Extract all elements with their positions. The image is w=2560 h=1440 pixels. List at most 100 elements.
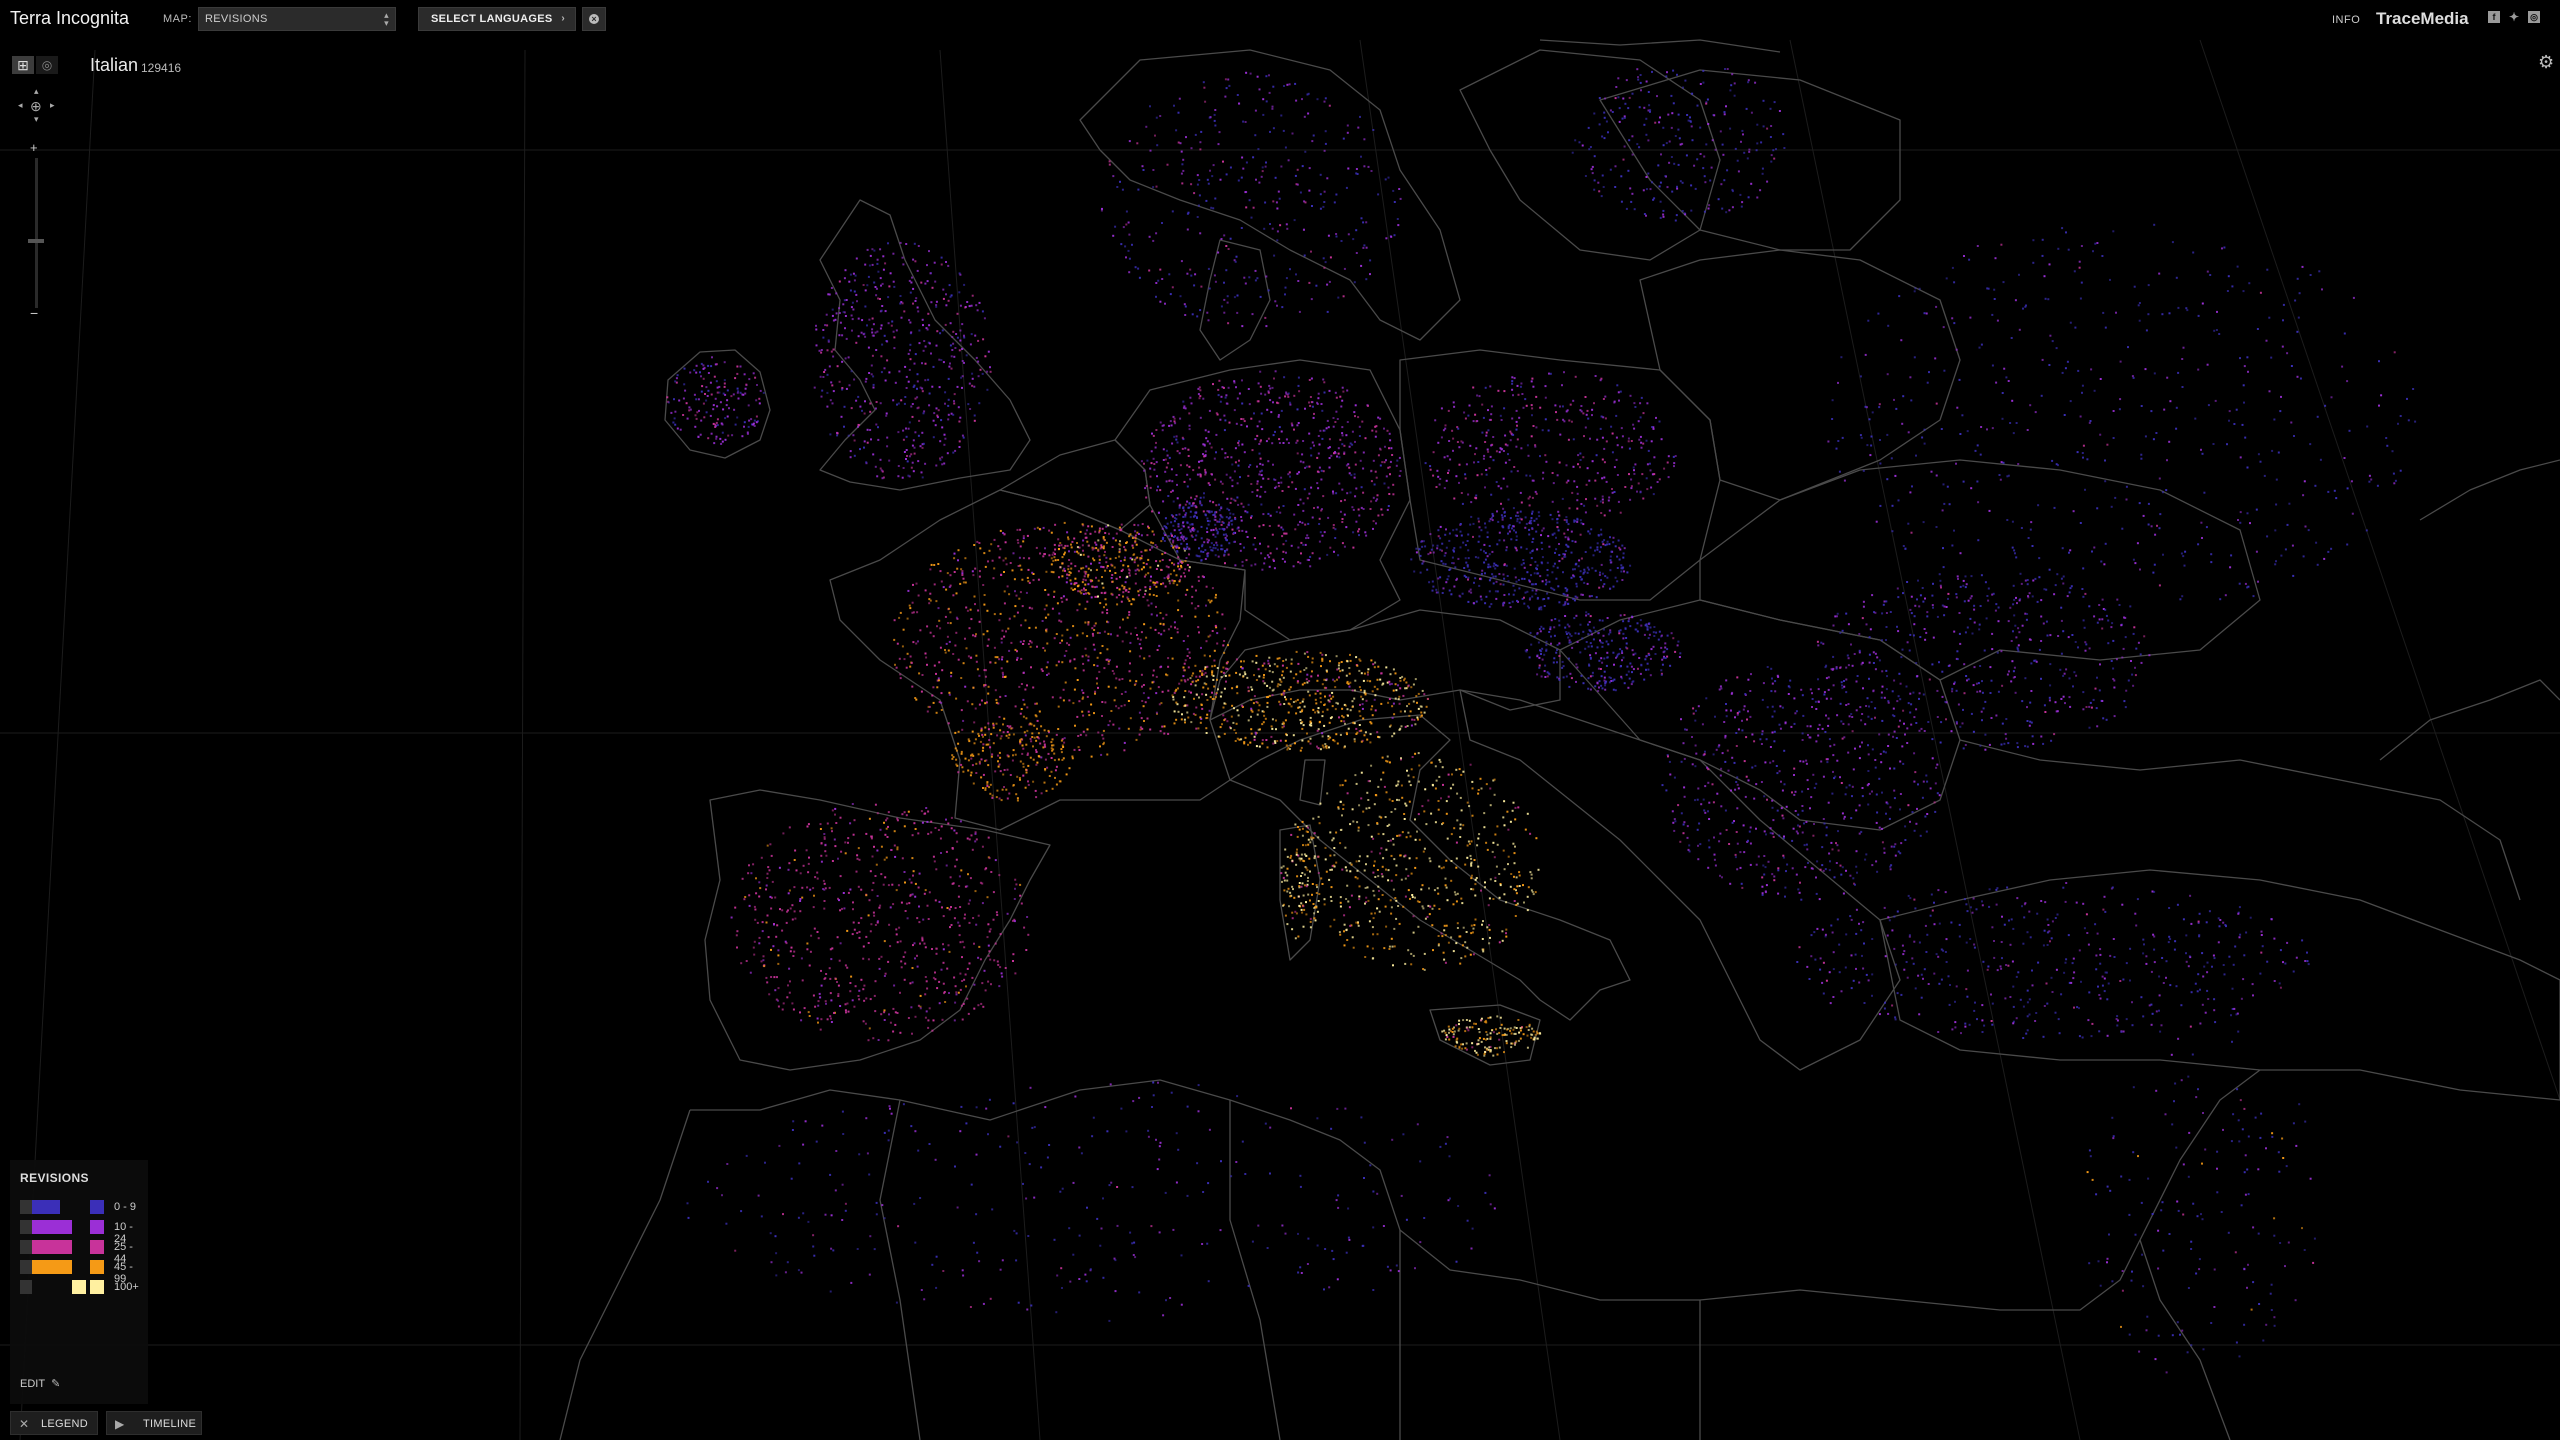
revision-dot — [1472, 522, 1475, 525]
revision-dot — [788, 991, 791, 994]
revision-dot — [1168, 424, 1171, 427]
revision-dot — [1428, 913, 1431, 916]
revision-dot — [1045, 789, 1048, 792]
revision-dot — [1068, 574, 1071, 577]
revision-dot — [1036, 719, 1039, 722]
revision-dot — [965, 647, 968, 650]
revision-dot — [1323, 724, 1326, 727]
revision-dot — [820, 842, 823, 844]
map-canvas[interactable] — [0, 0, 2560, 1440]
revision-dot — [919, 942, 921, 945]
revision-dot — [998, 874, 1001, 877]
revision-dot — [1171, 489, 1174, 492]
revision-dot — [1328, 457, 1331, 459]
revision-dot — [1421, 905, 1424, 908]
revision-dot — [1284, 395, 1287, 398]
revision-dot — [1200, 525, 1203, 528]
revision-dot — [767, 866, 770, 869]
revision-dot — [1035, 546, 1038, 549]
revision-dot — [1149, 486, 1152, 489]
revision-dot — [1572, 568, 1574, 571]
revision-dot — [1389, 673, 1392, 676]
revision-dot — [971, 703, 974, 706]
revision-dot — [1311, 552, 1314, 555]
revision-dot — [743, 898, 746, 901]
revision-dot — [957, 559, 959, 562]
revision-dot — [979, 958, 982, 961]
revision-dot — [1406, 705, 1408, 708]
revision-dot — [1312, 416, 1315, 419]
revision-dot — [1366, 679, 1369, 682]
revision-dot — [1477, 1028, 1480, 1030]
revision-dot — [1328, 878, 1331, 881]
revision-dot — [1318, 540, 1321, 543]
revision-dot — [1175, 474, 1178, 476]
revision-dot — [984, 675, 987, 678]
revision-dot — [1529, 597, 1532, 600]
revision-dot — [1402, 694, 1405, 697]
revision-dot — [1556, 566, 1559, 569]
revision-dot — [946, 967, 949, 970]
revision-dot — [1064, 551, 1066, 554]
revision-dot — [1607, 643, 1610, 646]
revision-dot — [1159, 612, 1162, 614]
revision-dot — [958, 924, 961, 927]
revision-dot — [1308, 694, 1311, 697]
revision-dot — [1345, 434, 1348, 437]
revision-dot — [1387, 840, 1390, 842]
revision-dot — [984, 733, 987, 736]
revision-dot — [1379, 464, 1382, 467]
revision-dot — [1471, 1026, 1474, 1029]
revision-dot — [1183, 696, 1186, 699]
revision-dot — [1514, 818, 1517, 821]
revision-dot — [1057, 728, 1060, 730]
revision-dot — [953, 829, 956, 832]
revision-dot — [1482, 1037, 1485, 1040]
revision-dot — [1418, 901, 1421, 903]
revision-dot — [1462, 770, 1465, 773]
country-border — [1459, 689, 1901, 1071]
revision-dot — [1061, 562, 1064, 565]
revision-dot — [1388, 725, 1391, 728]
revision-dot — [1557, 585, 1560, 588]
revision-dot — [1200, 646, 1202, 649]
revision-dot — [1318, 443, 1321, 446]
revision-dot — [1358, 534, 1360, 537]
revision-dot — [1144, 586, 1147, 589]
revision-dot — [967, 1012, 970, 1015]
revision-dot — [1383, 785, 1386, 788]
revision-dot — [1149, 585, 1152, 588]
revision-dot — [1329, 717, 1332, 720]
revision-dot — [1271, 727, 1274, 730]
revision-dot — [1084, 647, 1087, 650]
revision-dot — [1133, 523, 1136, 526]
revision-dot — [1259, 495, 1262, 498]
revision-dot — [1342, 716, 1345, 719]
revision-dot — [1618, 558, 1621, 561]
revision-dot — [1230, 497, 1233, 500]
revision-dot — [1264, 490, 1267, 493]
revision-dot — [1398, 728, 1401, 731]
revision-dot — [1516, 518, 1519, 521]
revision-dot — [1176, 441, 1179, 444]
revision-dot — [1047, 613, 1050, 616]
revision-dot — [1182, 539, 1185, 542]
revision-dot — [1533, 519, 1536, 522]
revision-dot — [1461, 944, 1464, 947]
revision-dot — [1377, 832, 1380, 835]
revision-dot — [1165, 466, 1168, 469]
revision-dot — [1076, 542, 1078, 544]
revision-dot — [1478, 526, 1481, 529]
revision-dot — [1173, 420, 1176, 423]
revision-dot — [1583, 568, 1586, 571]
revision-dot — [1137, 564, 1140, 567]
revision-dot — [1292, 677, 1295, 680]
revision-dot — [1308, 492, 1311, 495]
revision-dot — [1124, 556, 1126, 559]
revision-dot — [1598, 550, 1601, 553]
revision-dot — [1508, 593, 1510, 596]
revision-dot — [1458, 1019, 1461, 1022]
revision-dot — [1247, 474, 1250, 477]
revision-dot — [817, 1000, 820, 1003]
revision-dot — [1161, 527, 1164, 530]
